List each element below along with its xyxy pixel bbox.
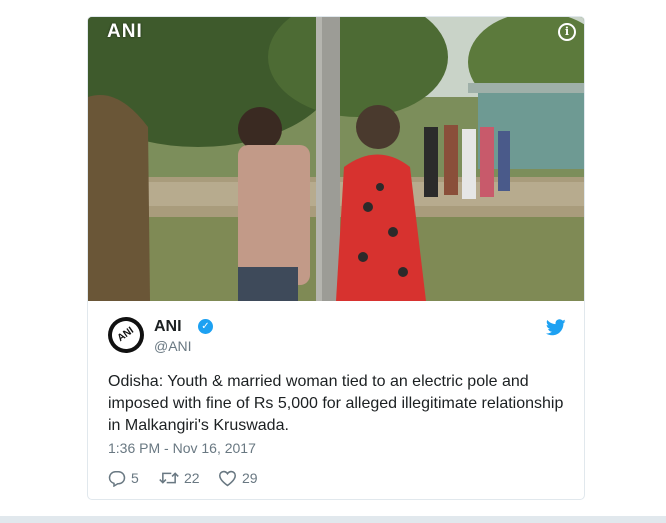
tweet-actions: 5 22 29 bbox=[108, 468, 308, 488]
embedded-tweet-card[interactable]: ANI i ANI ANI ✓ @ANI Odisha: Youth & mar… bbox=[87, 16, 585, 500]
author-name[interactable]: ANI bbox=[154, 318, 182, 336]
page-divider bbox=[0, 516, 666, 523]
tweet-text: Odisha: Youth & married woman tied to an… bbox=[108, 373, 564, 434]
author-handle[interactable]: @ANI bbox=[154, 338, 192, 354]
ani-watermark: ANI bbox=[107, 21, 143, 42]
tweet-timestamp[interactable]: 1:36 PM - Nov 16, 2017 bbox=[108, 440, 256, 456]
retweet-button[interactable]: 22 bbox=[159, 468, 200, 488]
reply-button[interactable]: 5 bbox=[108, 468, 139, 488]
heart-icon bbox=[218, 470, 237, 486]
like-count: 29 bbox=[242, 470, 258, 486]
verified-badge-icon: ✓ bbox=[198, 319, 213, 334]
like-button[interactable]: 29 bbox=[218, 468, 258, 488]
avatar[interactable]: ANI bbox=[108, 317, 144, 353]
twitter-bird-icon[interactable] bbox=[546, 319, 566, 336]
photo-scene bbox=[88, 17, 584, 301]
retweet-icon bbox=[159, 472, 179, 484]
reply-icon bbox=[108, 470, 126, 487]
retweet-count: 22 bbox=[184, 470, 200, 486]
reply-count: 5 bbox=[131, 470, 139, 486]
tweet-media-image[interactable]: ANI i bbox=[88, 17, 584, 301]
tweet-author[interactable]: ANI ANI ✓ @ANI bbox=[108, 317, 568, 354]
info-icon[interactable]: i bbox=[558, 23, 576, 41]
avatar-logo: ANI bbox=[108, 317, 144, 353]
